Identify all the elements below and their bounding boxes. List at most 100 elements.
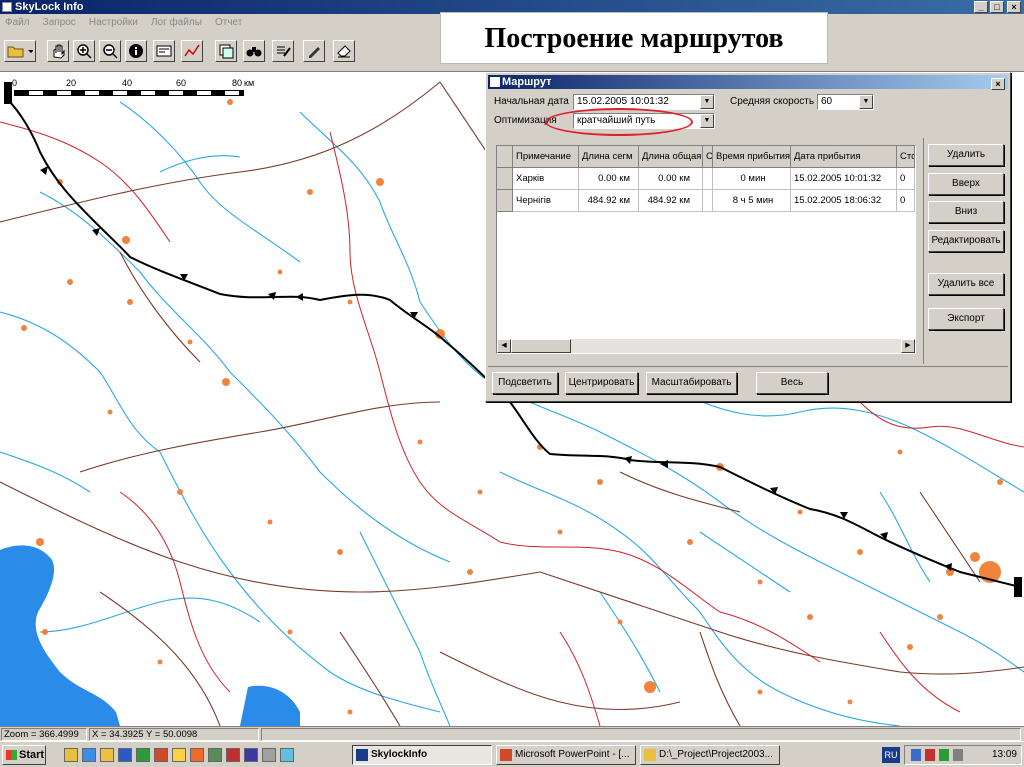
edit-button[interactable]: Редактировать <box>928 230 1004 252</box>
table-cell[interactable]: Чернігів <box>513 190 579 212</box>
minimize-button[interactable]: _ <box>974 1 988 13</box>
export-button[interactable]: Экспорт <box>928 308 1004 330</box>
zoom-in-button[interactable] <box>73 40 95 62</box>
table-cell[interactable]: 0 <box>897 190 915 212</box>
start-label: Start <box>19 749 45 761</box>
table-cell[interactable] <box>703 190 713 212</box>
zoom-out-button[interactable] <box>99 40 121 62</box>
col-header-c[interactable]: С <box>703 146 713 168</box>
folder-icon <box>7 46 33 58</box>
table-cell[interactable]: 15.02.2005 18:06:32 <box>791 190 897 212</box>
pan-tool-button[interactable] <box>47 40 69 62</box>
quicklaunch-app-icon[interactable] <box>190 748 204 762</box>
powerpoint-icon <box>500 749 512 761</box>
menu-log-files[interactable]: Лог файлы <box>146 14 207 32</box>
chevron-down-icon[interactable]: ▼ <box>859 95 873 109</box>
info-button[interactable] <box>125 40 147 62</box>
table-cell[interactable]: 8 ч 5 мин <box>713 190 791 212</box>
scale-to-fit-button[interactable]: Масштабировать <box>646 372 737 394</box>
eraser-icon <box>337 45 351 58</box>
quicklaunch-player-icon[interactable] <box>172 748 186 762</box>
table-corner <box>497 146 513 168</box>
table-cell[interactable]: 484.92 км <box>579 190 639 212</box>
quicklaunch-word-icon[interactable] <box>118 748 132 762</box>
col-header-note[interactable]: Примечание <box>513 146 579 168</box>
scale-bar-graphic <box>14 90 244 96</box>
table-cell[interactable] <box>703 168 713 190</box>
start-date-field[interactable]: 15.02.2005 10:01:32 ▼ <box>573 94 715 110</box>
table-cell[interactable]: 484.92 км <box>639 190 703 212</box>
scroll-left-icon[interactable]: ◀ <box>497 339 511 353</box>
task-label: D:\_Project\Project2003... <box>659 749 773 760</box>
scale-bar: 0 20 40 60 80 км <box>10 78 256 102</box>
quicklaunch-powerpoint-icon[interactable] <box>154 748 168 762</box>
scroll-thumb[interactable] <box>511 339 571 353</box>
move-up-button[interactable]: Вверх <box>928 173 1004 195</box>
quicklaunch-outlook-icon[interactable] <box>100 748 114 762</box>
menu-settings[interactable]: Настройки <box>84 14 143 32</box>
hand-icon <box>53 44 65 59</box>
row-selector[interactable] <box>497 168 513 190</box>
quicklaunch-app5-icon[interactable] <box>262 748 276 762</box>
col-header-arrival-time[interactable]: Время прибытия <box>713 146 791 168</box>
language-indicator[interactable]: RU <box>882 747 900 763</box>
eraser-button[interactable] <box>333 40 355 62</box>
table-cell[interactable]: 0 <box>897 168 915 190</box>
col-header-stop[interactable]: Сто <box>897 146 915 168</box>
task-skylockinfo[interactable]: SkylockInfo <box>352 745 492 765</box>
find-button[interactable] <box>243 40 265 62</box>
scale-unit: км <box>244 78 255 88</box>
task-powerpoint[interactable]: Microsoft PowerPoint - [... <box>496 745 636 765</box>
table-cell[interactable]: 15.02.2005 10:01:32 <box>791 168 897 190</box>
delete-all-button[interactable]: Удалить все <box>928 273 1004 295</box>
horizontal-scrollbar[interactable]: ◀ ▶ <box>497 339 915 353</box>
table-cell[interactable]: 0.00 км <box>579 168 639 190</box>
route-table[interactable]: Примечание Длина сегм Длина общая С Врем… <box>496 145 916 354</box>
quicklaunch-excel-icon[interactable] <box>136 748 150 762</box>
quicklaunch-app6-icon[interactable] <box>280 748 294 762</box>
system-tray: 13:09 <box>904 745 1022 765</box>
task-label: Microsoft PowerPoint - [... <box>515 749 630 760</box>
center-button[interactable]: Центрировать <box>565 372 638 394</box>
quicklaunch-app2-icon[interactable] <box>208 748 222 762</box>
scroll-right-icon[interactable]: ▶ <box>901 339 915 353</box>
col-header-seg-length[interactable]: Длина сегм <box>579 146 639 168</box>
highlight-button[interactable]: Подсветить <box>492 372 558 394</box>
quicklaunch-folder-icon[interactable] <box>64 748 78 762</box>
table-cell[interactable]: 0.00 км <box>639 168 703 190</box>
task-explorer[interactable]: D:\_Project\Project2003... <box>640 745 780 765</box>
close-button[interactable]: × <box>1007 1 1021 13</box>
col-header-total-length[interactable]: Длина общая <box>639 146 703 168</box>
menu-report[interactable]: Отчет <box>210 14 247 32</box>
tray-network-icon[interactable] <box>911 749 921 761</box>
table-cell[interactable]: Харків <box>513 168 579 190</box>
col-header-arrival-date[interactable]: Дата прибытия <box>791 146 897 168</box>
chevron-down-icon[interactable]: ▼ <box>700 114 714 128</box>
quicklaunch-ie-icon[interactable] <box>82 748 96 762</box>
whole-route-button[interactable]: Весь <box>756 372 828 394</box>
edit-list-button[interactable] <box>272 40 294 62</box>
menu-query[interactable]: Запрос <box>38 14 81 32</box>
table-cell[interactable]: 0 мин <box>713 168 791 190</box>
open-folder-button[interactable] <box>4 40 36 62</box>
quicklaunch-app4-icon[interactable] <box>244 748 258 762</box>
select-region-button[interactable] <box>153 40 175 62</box>
tray-volume-icon[interactable] <box>953 749 963 761</box>
layers-button[interactable] <box>215 40 237 62</box>
avg-speed-field[interactable]: 60 ▼ <box>817 94 874 110</box>
start-button[interactable]: Start <box>2 745 46 765</box>
row-selector[interactable] <box>497 190 513 212</box>
move-down-button[interactable]: Вниз <box>928 201 1004 223</box>
draw-button[interactable] <box>303 40 325 62</box>
route-tool-button[interactable] <box>181 40 203 62</box>
zoom-in-icon <box>77 44 92 59</box>
maximize-button[interactable]: □ <box>990 1 1004 13</box>
menu-file[interactable]: Файл <box>0 14 35 32</box>
taskbar: Start SkylockInfo Microsoft PowerPoint -… <box>0 741 1024 767</box>
quicklaunch-app3-icon[interactable] <box>226 748 240 762</box>
tray-app2-icon[interactable] <box>939 749 949 761</box>
delete-button[interactable]: Удалить <box>928 144 1004 166</box>
dialog-close-button[interactable]: × <box>991 78 1005 90</box>
chevron-down-icon[interactable]: ▼ <box>700 95 714 109</box>
tray-app-icon[interactable] <box>925 749 935 761</box>
